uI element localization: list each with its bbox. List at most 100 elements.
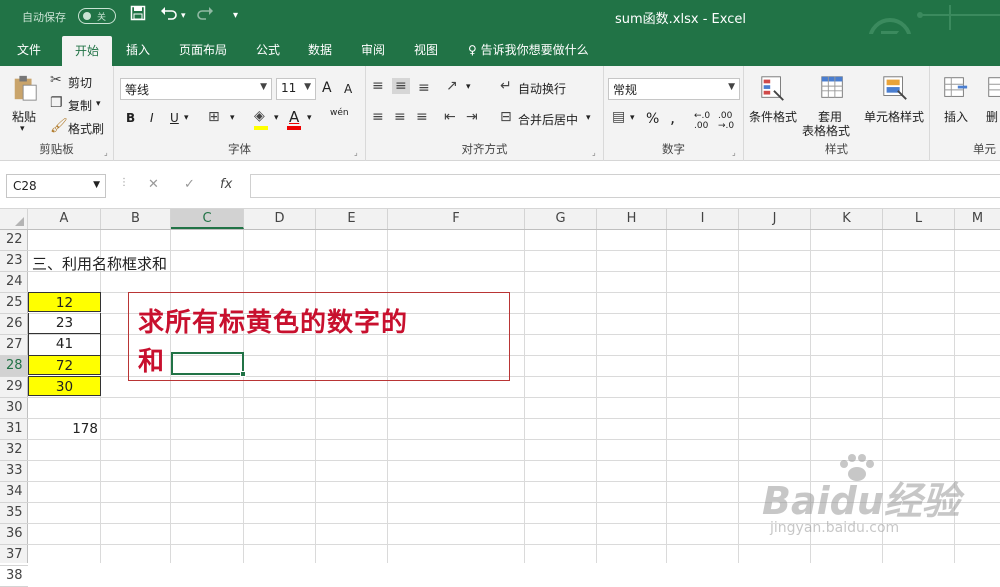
column-header[interactable]: A	[28, 209, 101, 229]
tell-me-box[interactable]: ♀ 告诉我你想要做什么	[468, 41, 589, 58]
merge-dropdown-icon[interactable]: ▾	[586, 113, 591, 123]
font-name-select[interactable]: 等线 ▼	[120, 78, 272, 100]
column-header[interactable]: L	[883, 209, 955, 229]
cell-a23[interactable]: 三、利用名称框求和	[32, 250, 332, 273]
align-bottom-icon[interactable]: ≡	[418, 80, 430, 96]
fill-color-icon[interactable]: ◈	[254, 108, 265, 124]
row-header[interactable]: 29	[0, 377, 28, 398]
column-header[interactable]: M	[955, 209, 1000, 229]
font-color-icon[interactable]: A	[289, 108, 299, 126]
align-middle-icon[interactable]: ≡	[392, 78, 410, 94]
delete-cells-icon[interactable]	[984, 74, 1000, 102]
row-header[interactable]: 24	[0, 272, 28, 293]
insert-button[interactable]: 插入	[944, 108, 968, 125]
row-header[interactable]: 25	[0, 293, 28, 314]
row-header[interactable]: 38	[0, 566, 28, 587]
column-header-selected[interactable]: C	[171, 209, 244, 229]
cell-styles-icon[interactable]	[880, 74, 910, 102]
increase-indent-icon[interactable]: ⇥	[466, 109, 478, 125]
delete-button[interactable]: 删	[986, 108, 998, 125]
row-header[interactable]: 35	[0, 503, 28, 524]
formula-input[interactable]	[250, 174, 1000, 198]
name-box[interactable]: C28 ▼	[6, 174, 106, 198]
align-left-icon[interactable]: ≡	[372, 109, 384, 125]
format-as-table-icon[interactable]	[818, 74, 848, 102]
redo-icon[interactable]	[196, 5, 214, 25]
number-format-select[interactable]: 常规 ▼	[608, 78, 740, 100]
undo-dropdown-icon[interactable]: ▾	[181, 11, 186, 21]
row-header[interactable]: 27	[0, 335, 28, 356]
borders-icon[interactable]: ⊞	[208, 109, 220, 125]
tab-home[interactable]: 开始	[62, 36, 113, 66]
format-as-table-label2[interactable]: 表格格式	[802, 122, 850, 139]
row-header[interactable]: 23	[0, 251, 28, 272]
row-header[interactable]: 34	[0, 482, 28, 503]
merge-center-button[interactable]: 合并后居中	[518, 111, 578, 128]
column-header[interactable]: J	[739, 209, 811, 229]
column-header[interactable]: G	[525, 209, 597, 229]
wrap-text-button[interactable]: 自动换行	[518, 80, 566, 97]
paste-dropdown-icon[interactable]: ▾	[20, 124, 25, 134]
save-icon[interactable]	[130, 5, 146, 25]
accounting-dropdown-icon[interactable]: ▾	[630, 113, 635, 123]
increase-decimal-icon[interactable]: ←.0.00	[694, 111, 710, 131]
copy-icon[interactable]: ❐	[50, 95, 63, 111]
cut-icon[interactable]: ✂	[50, 72, 62, 88]
shrink-font-button[interactable]: A	[344, 82, 352, 96]
borders-dropdown-icon[interactable]: ▾	[230, 113, 235, 123]
font-size-select[interactable]: 11 ▼	[276, 78, 316, 100]
underline-button[interactable]: U	[170, 111, 179, 125]
phonetic-icon[interactable]: wén	[330, 108, 349, 118]
cell-styles-button[interactable]: 单元格样式	[864, 108, 924, 125]
accounting-format-icon[interactable]: ▤	[612, 109, 625, 125]
row-header[interactable]: 31	[0, 419, 28, 440]
column-header[interactable]: H	[597, 209, 667, 229]
alignment-launcher-icon[interactable]: ⌟	[592, 148, 596, 157]
row-header[interactable]: 30	[0, 398, 28, 419]
align-top-icon[interactable]: ≡	[372, 78, 384, 94]
column-header[interactable]: E	[316, 209, 388, 229]
underline-dropdown-icon[interactable]: ▾	[184, 113, 189, 123]
cell-a26[interactable]: 23	[28, 313, 101, 334]
column-header[interactable]: I	[667, 209, 739, 229]
active-cell-selection[interactable]	[171, 352, 246, 377]
customize-qat-icon[interactable]: ▾	[233, 10, 238, 21]
align-right-icon[interactable]: ≡	[416, 109, 428, 125]
cell-a25[interactable]: 12	[28, 292, 101, 312]
tab-insert[interactable]: 插入	[126, 41, 150, 58]
number-launcher-icon[interactable]: ⌟	[732, 148, 736, 157]
comma-style-button[interactable]: ,	[670, 108, 675, 127]
copy-dropdown-icon[interactable]: ▾	[96, 99, 101, 109]
cancel-icon[interactable]: ✕	[148, 177, 159, 192]
tab-file[interactable]: 文件	[17, 41, 41, 58]
column-header[interactable]: B	[101, 209, 171, 229]
tab-page-layout[interactable]: 页面布局	[179, 41, 227, 58]
paste-button[interactable]: 粘贴	[12, 108, 36, 125]
fill-dropdown-icon[interactable]: ▾	[274, 113, 279, 123]
insert-cells-icon[interactable]	[940, 74, 970, 102]
row-header[interactable]: 32	[0, 440, 28, 461]
insert-function-icon[interactable]: fx	[220, 177, 232, 192]
row-header[interactable]: 36	[0, 524, 28, 545]
row-header[interactable]: 22	[0, 230, 28, 251]
orientation-dropdown-icon[interactable]: ▾	[466, 82, 471, 92]
undo-icon[interactable]	[160, 5, 178, 25]
row-header-selected[interactable]: 28	[0, 356, 28, 377]
decrease-indent-icon[interactable]: ⇤	[444, 109, 456, 125]
cell-a31[interactable]: 178	[28, 418, 98, 438]
grow-font-button[interactable]: A	[322, 80, 332, 96]
tab-view[interactable]: 视图	[414, 41, 438, 58]
column-header[interactable]: K	[811, 209, 883, 229]
column-header[interactable]: F	[388, 209, 525, 229]
fill-handle[interactable]	[240, 371, 246, 377]
orientation-icon[interactable]: ↗	[446, 78, 458, 94]
row-header[interactable]: 26	[0, 314, 28, 335]
cut-button[interactable]: 剪切	[68, 74, 92, 91]
row-header[interactable]: 33	[0, 461, 28, 482]
clipboard-launcher-icon[interactable]: ⌟	[104, 148, 108, 157]
font-launcher-icon[interactable]: ⌟	[354, 148, 358, 157]
format-painter-button[interactable]: 格式刷	[68, 120, 104, 137]
cell-a28[interactable]: 72	[28, 355, 101, 375]
copy-button[interactable]: 复制	[68, 97, 92, 114]
paste-icon[interactable]	[10, 74, 40, 102]
